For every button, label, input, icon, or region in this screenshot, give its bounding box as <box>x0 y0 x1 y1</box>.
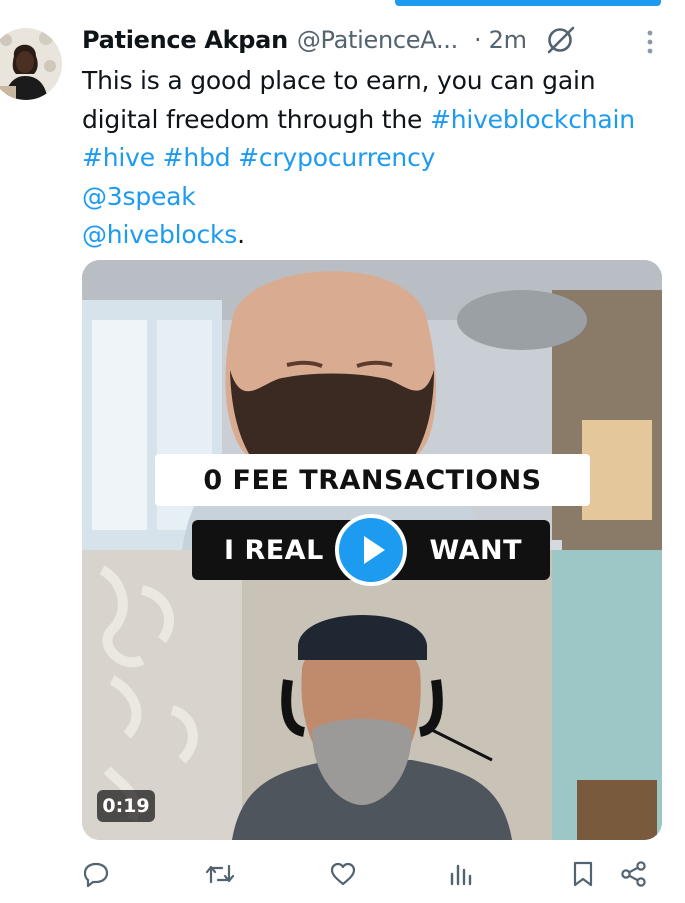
hashtag-link[interactable]: #hive <box>82 143 155 172</box>
tweet-actions-bar <box>0 852 685 898</box>
author-handle[interactable]: @PatienceA... <box>297 26 458 54</box>
tweet-header: Patience Akpan @PatienceA... · 2m <box>82 22 665 58</box>
heart-icon[interactable] <box>323 852 363 896</box>
hashtag-link[interactable]: #hbd <box>163 143 231 172</box>
video-player[interactable]: 0 FEE TRANSACTIONS I REAL WANT 0:19 <box>82 260 662 840</box>
caption-right-text: WANT <box>429 534 522 566</box>
share-icon[interactable] <box>614 852 654 896</box>
hashtag-link[interactable]: #crypocurrency <box>238 143 435 172</box>
mention-link[interactable]: @3speak <box>82 182 196 211</box>
play-icon[interactable] <box>335 514 407 586</box>
caption-left-text: I REAL <box>224 534 324 566</box>
mention-link[interactable]: @hiveblocks <box>82 220 237 249</box>
video-caption-top: 0 FEE TRANSACTIONS <box>155 454 590 506</box>
avatar[interactable] <box>0 26 64 102</box>
grok-icon[interactable] <box>545 24 577 56</box>
top-accent-bar <box>395 0 661 6</box>
retweet-icon[interactable] <box>200 852 240 896</box>
hashtag-link[interactable]: #hiveblockchain <box>430 105 635 134</box>
more-vertical-icon[interactable] <box>645 28 655 56</box>
bookmark-icon[interactable] <box>563 852 603 896</box>
reply-icon[interactable] <box>76 852 116 896</box>
trailing-text: . <box>237 220 245 249</box>
tweet-time[interactable]: · 2m <box>474 26 527 54</box>
analytics-icon[interactable] <box>441 852 481 896</box>
author-name[interactable]: Patience Akpan <box>82 26 288 54</box>
video-duration-badge: 0:19 <box>97 790 155 822</box>
tweet-text: This is a good place to earn, you can ga… <box>82 62 672 255</box>
